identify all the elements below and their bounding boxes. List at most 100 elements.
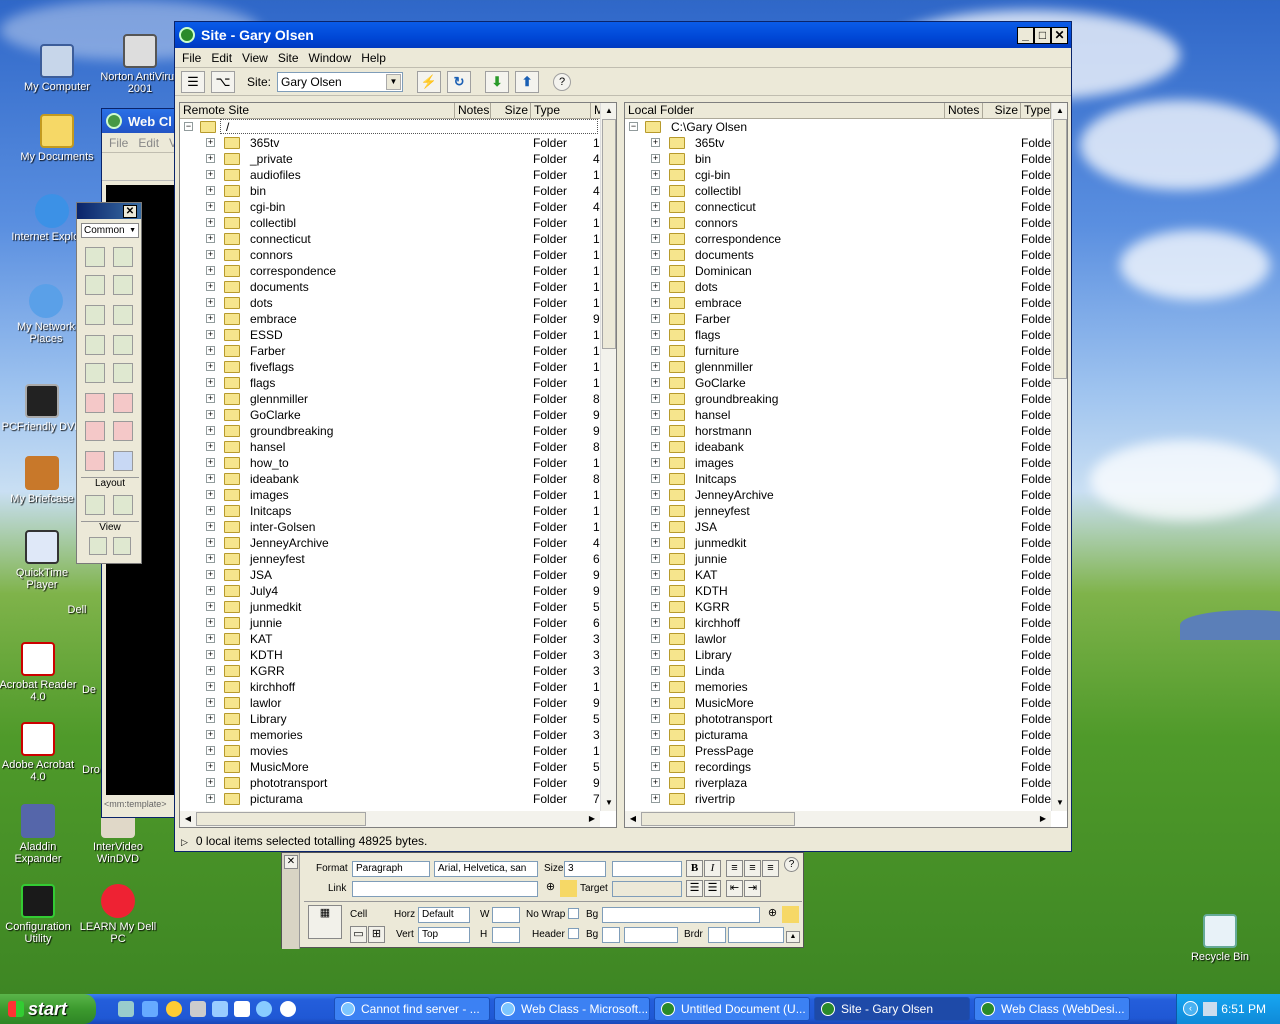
file-row[interactable]: + Initcaps Folder [625, 471, 1067, 487]
align-right-icon[interactable]: ≡ [762, 860, 779, 877]
file-row[interactable]: + flags Folder 1 [180, 375, 616, 391]
desktop-icon-briefcase[interactable]: My Briefcase [0, 456, 84, 505]
file-row[interactable]: + MusicMore Folder [625, 695, 1067, 711]
expand-icon[interactable]: + [206, 266, 215, 275]
menu-site[interactable]: Site [278, 51, 299, 65]
bg-color-input[interactable] [624, 927, 678, 943]
scroll-up-icon[interactable]: ▲ [601, 103, 616, 119]
file-row[interactable]: + connors Folder [625, 215, 1067, 231]
flash-text-icon[interactable] [113, 421, 133, 441]
expand-icon[interactable]: + [206, 170, 215, 179]
quicklaunch-ie-icon[interactable] [256, 1001, 272, 1017]
file-row[interactable]: + ideabank Folder 8. [180, 471, 616, 487]
clock[interactable]: 6:51 PM [1221, 1002, 1266, 1016]
expand-icon[interactable]: + [651, 298, 660, 307]
file-row[interactable]: + furniture Folder [625, 343, 1067, 359]
expand-icon[interactable]: + [206, 202, 215, 211]
file-row[interactable]: + Library Folder [625, 647, 1067, 663]
scroll-up-icon[interactable]: ▲ [1052, 103, 1067, 119]
local-horizontal-scrollbar[interactable]: ◀ ▶ [625, 811, 1051, 827]
expand-icon[interactable]: + [206, 746, 215, 755]
expand-icon[interactable]: + [651, 170, 660, 179]
vert-select[interactable]: Top [418, 927, 470, 943]
browse-folder-icon[interactable] [782, 906, 799, 923]
expand-icon[interactable]: + [206, 458, 215, 467]
file-row[interactable]: + documents Folder 1 [180, 279, 616, 295]
file-row[interactable]: + connors Folder 10 [180, 247, 616, 263]
bg-color-swatch[interactable] [602, 927, 620, 943]
expand-icon[interactable]: + [206, 154, 215, 163]
file-row[interactable]: + PressPage Folder [625, 743, 1067, 759]
file-row[interactable]: + Initcaps Folder 1. [180, 503, 616, 519]
nowrap-checkbox[interactable] [568, 908, 579, 919]
file-row[interactable]: + phototransport Folder 9. [180, 775, 616, 791]
flash-button-icon[interactable] [85, 421, 105, 441]
merge-cells-icon[interactable]: ▭ [350, 926, 367, 943]
expand-icon[interactable]: + [651, 314, 660, 323]
expand-icon[interactable]: + [651, 570, 660, 579]
height-input[interactable] [492, 927, 520, 943]
col-notes[interactable]: Notes [945, 103, 983, 118]
menu-view[interactable]: View [242, 51, 268, 65]
col-type[interactable]: Type [1021, 103, 1051, 118]
brdr-color-swatch[interactable] [708, 927, 726, 943]
standard-view-icon[interactable] [89, 537, 107, 555]
file-row[interactable]: + glennmiller Folder 8. [180, 391, 616, 407]
file-row[interactable]: + memories Folder [625, 679, 1067, 695]
expand-icon[interactable]: + [651, 650, 660, 659]
local-hscroll-thumb[interactable] [641, 812, 795, 826]
expand-icon[interactable]: + [651, 154, 660, 163]
file-row[interactable]: + jenneyfest Folder [625, 503, 1067, 519]
expand-icon[interactable]: + [651, 586, 660, 595]
expand-icon[interactable]: + [206, 650, 215, 659]
file-row[interactable]: + groundbreaking Folder 9. [180, 423, 616, 439]
fireworks-html-icon[interactable] [85, 393, 105, 413]
file-row[interactable]: + documents Folder [625, 247, 1067, 263]
get-files-icon[interactable]: ⬇ [485, 70, 510, 93]
expand-icon[interactable]: + [651, 538, 660, 547]
file-row[interactable]: + cgi-bin Folder 4. [180, 199, 616, 215]
quicklaunch-icon[interactable] [234, 1001, 250, 1017]
file-row[interactable]: + ideabank Folder [625, 439, 1067, 455]
expand-icon[interactable]: + [651, 698, 660, 707]
expand-icon[interactable]: + [206, 362, 215, 371]
expand-icon[interactable]: + [206, 314, 215, 323]
expand-icon[interactable]: + [651, 330, 660, 339]
minimize-button[interactable]: _ [1017, 27, 1034, 44]
expand-icon[interactable]: + [206, 778, 215, 787]
desktop-icon-quicktime[interactable]: QuickTime Player [0, 530, 84, 591]
site-files-view-icon[interactable]: ☰ [181, 70, 205, 93]
properties-inspector[interactable]: ✕ Format Paragraph Arial, Helvetica, san… [281, 852, 804, 949]
expand-icon[interactable]: + [206, 394, 215, 403]
close-button[interactable]: ✕ [1051, 27, 1068, 44]
bg-menu-edit[interactable]: Edit [138, 136, 159, 150]
file-row[interactable]: + picturama Folder [625, 727, 1067, 743]
scroll-down-icon[interactable]: ▼ [1052, 795, 1067, 811]
file-row[interactable]: + cgi-bin Folder [625, 167, 1067, 183]
expand-icon[interactable]: + [651, 426, 660, 435]
desktop-icon-my-computer[interactable]: My Computer [15, 44, 99, 93]
file-row[interactable]: + connecticut Folder [625, 199, 1067, 215]
file-row[interactable]: + bin Folder [625, 151, 1067, 167]
file-row[interactable]: + Farber Folder 10 [180, 343, 616, 359]
quicklaunch-ie-icon[interactable] [142, 1001, 158, 1017]
file-row[interactable]: + riverplaza Folder [625, 775, 1067, 791]
expand-icon[interactable]: + [651, 362, 660, 371]
task-web-class-word[interactable]: Web Class - Microsoft... [494, 997, 650, 1021]
inspector-close-icon[interactable]: ✕ [284, 855, 298, 869]
expand-icon[interactable]: + [206, 682, 215, 691]
file-row[interactable]: + flags Folder [625, 327, 1067, 343]
expand-icon[interactable]: + [651, 266, 660, 275]
menu-file[interactable]: File [182, 51, 201, 65]
expand-icon[interactable]: + [206, 714, 215, 723]
expand-icon[interactable]: + [206, 490, 215, 499]
insert-rollover-icon[interactable] [113, 247, 133, 267]
bg-image-input[interactable] [602, 907, 760, 923]
objects-palette[interactable]: ✕ Common ▼ Layout View [76, 202, 142, 564]
local-folder-pane[interactable]: Local Folder Notes Size Type − C:\Gary O… [624, 102, 1068, 828]
desktop-icon-my-documents[interactable]: My Documents [15, 114, 99, 163]
width-input[interactable] [492, 907, 520, 923]
expand-log-icon[interactable]: ▷ [181, 837, 188, 847]
draw-layout-cell-icon[interactable] [85, 495, 105, 515]
task-cannot-find-server[interactable]: Cannot find server - ... [334, 997, 490, 1021]
